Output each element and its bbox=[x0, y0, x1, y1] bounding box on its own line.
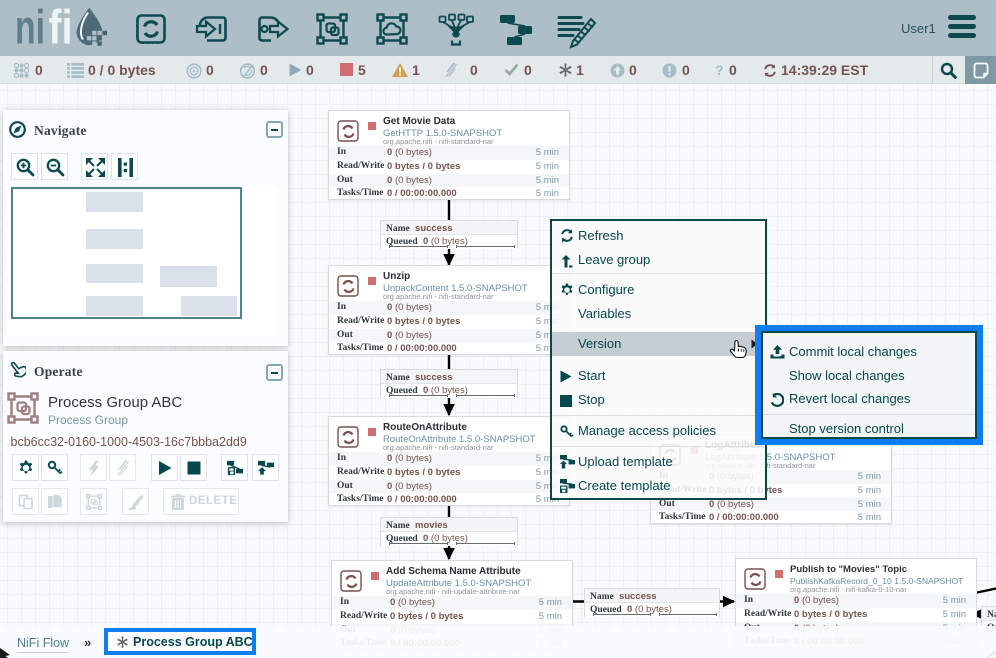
svg-text:fi: fi bbox=[49, 2, 73, 55]
svg-text:ni: ni bbox=[15, 2, 45, 55]
